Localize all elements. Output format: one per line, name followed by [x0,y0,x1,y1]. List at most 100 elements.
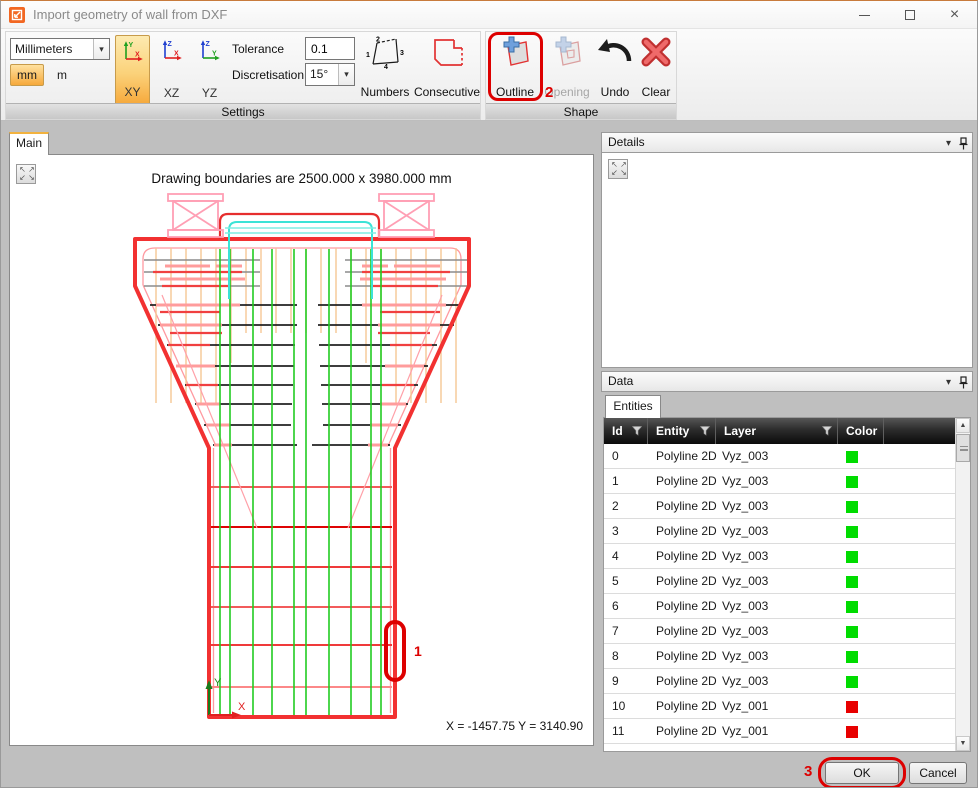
cell-entity: Polyline 2D [656,594,717,619]
clear-button[interactable]: Clear [636,35,676,99]
data-panel-header: Data ▾ [601,371,973,392]
entity-color-swatch [846,626,858,638]
cell-id: 8 [612,644,619,669]
table-row[interactable]: 1 Polyline 2D Vyz_003 [604,469,955,494]
app-icon [9,7,25,23]
filter-icon[interactable] [632,426,642,436]
scroll-up-icon[interactable]: ▲ [956,418,970,433]
undo-button[interactable]: Undo [594,35,636,99]
table-row[interactable]: 6 Polyline 2D Vyz_003 [604,594,955,619]
table-row[interactable]: 7 Polyline 2D Vyz_003 [604,619,955,644]
table-row[interactable]: 10 Polyline 2D Vyz_001 [604,694,955,719]
title-bar: Import geometry of wall from DXF × [1,1,977,29]
details-expand-button[interactable]: ↖↗↙↘ [608,159,628,179]
svg-text:Z: Z [167,41,172,48]
cell-id: 4 [612,544,619,569]
table-row[interactable]: 3 Polyline 2D Vyz_003 [604,519,955,544]
table-row[interactable]: 0 Polyline 2D Vyz_003 [604,444,955,469]
entities-table-header: Id Entity Layer Color [604,418,955,444]
outline-button[interactable]: Outline [492,35,538,99]
panel-menu-icon[interactable]: ▾ [946,373,951,392]
consecutive-label: Consecutive [412,85,482,99]
cell-id: 1 [612,469,619,494]
unit-m-button[interactable]: m [52,64,72,86]
entity-color-swatch [846,601,858,613]
table-row[interactable]: 2 Polyline 2D Vyz_003 [604,494,955,519]
consecutive-button[interactable]: Consecutive [412,35,482,99]
column-header-layer[interactable]: Layer [716,418,838,444]
entity-color-swatch [846,651,858,663]
column-header-color[interactable]: Color [838,418,884,444]
filter-icon[interactable] [822,426,832,436]
table-scrollbar[interactable]: ▲ ▼ [955,418,970,751]
pin-icon[interactable] [959,376,968,389]
units-value: Millimeters [11,39,93,59]
cell-layer: Vyz_003 [722,569,768,594]
axis-y-label: Y [214,677,222,689]
maximize-button[interactable] [887,1,932,29]
numbers-button[interactable]: 1 2 3 4 Numbers [358,35,412,99]
table-row[interactable]: 9 Polyline 2D Vyz_003 [604,669,955,694]
unit-mm-button[interactable]: mm [10,64,44,86]
close-icon: × [950,7,959,23]
units-dropdown[interactable]: Millimeters ▾ [10,38,110,60]
pin-icon[interactable] [959,137,968,150]
cell-layer: Vyz_003 [722,494,768,519]
clear-icon [639,35,673,69]
ok-button[interactable]: OK [825,762,899,784]
tab-main[interactable]: Main [9,132,49,155]
cell-entity: Polyline 2D [656,644,717,669]
settings-group: Millimeters ▾ mm m Y X XY [5,31,481,120]
cell-id: 5 [612,569,619,594]
plane-xz-button[interactable]: Z X XZ [154,35,189,105]
filter-icon[interactable] [700,426,710,436]
entity-color-swatch [846,476,858,488]
cell-id: 7 [612,619,619,644]
entities-rows: 0 Polyline 2D Vyz_003 1 Polyline 2D Vyz_… [604,444,955,751]
chevron-down-icon[interactable]: ▾ [93,39,109,59]
scroll-down-icon[interactable]: ▼ [956,736,970,751]
table-row[interactable]: 5 Polyline 2D Vyz_003 [604,569,955,594]
panel-menu-icon[interactable]: ▾ [946,134,951,153]
cell-entity: Polyline 2D [656,719,717,744]
cell-id: 3 [612,519,619,544]
tab-entities[interactable]: Entities [605,395,661,418]
cancel-button[interactable]: Cancel [909,762,967,784]
canvas-expand-button[interactable]: ↖↗↙↘ [16,164,36,184]
cell-id: 2 [612,494,619,519]
settings-caption: Settings [6,103,480,119]
table-row[interactable]: 11 Polyline 2D Vyz_001 [604,719,955,744]
plane-xy-label: XY [116,85,149,99]
close-button[interactable]: × [932,1,977,29]
discretisation-dropdown[interactable]: 15° ▾ [305,63,355,86]
minimize-button[interactable] [842,1,887,29]
annotation-number-2: 2 [545,84,553,101]
xy-axes-icon: Y X [121,39,145,63]
drawing-boundaries-text: Drawing boundaries are 2500.000 x 3980.0… [10,171,593,186]
plane-yz-button[interactable]: Z Y YZ [192,35,227,105]
table-row[interactable]: 8 Polyline 2D Vyz_003 [604,644,955,669]
plane-xy-button[interactable]: Y X XY [115,35,150,105]
undo-label: Undo [594,85,636,99]
plane-xz-label: XZ [154,86,189,100]
column-header-entity[interactable]: Entity [648,418,716,444]
shape-group: Outline Opening Undo [485,31,677,120]
scrollbar-thumb[interactable] [956,434,970,462]
data-panel-title: Data [608,374,633,388]
tolerance-input[interactable] [305,37,355,60]
cursor-coordinates: X = -1457.75 Y = 3140.90 [446,719,583,733]
svg-text:3: 3 [400,50,404,57]
details-panel-body[interactable]: ↖↗↙↘ [601,153,973,368]
drawing-canvas[interactable]: Y X 1 Drawing boundaries are 2500.000 x … [9,154,594,746]
numbers-icon: 1 2 3 4 [364,35,406,71]
column-header-id[interactable]: Id [604,418,648,444]
table-row[interactable]: 4 Polyline 2D Vyz_003 [604,544,955,569]
details-panel-header: Details ▾ [601,132,973,153]
shape-caption: Shape [486,103,676,119]
discretisation-value: 15° [306,64,338,85]
axis-x-label: X [238,701,246,713]
chevron-down-icon[interactable]: ▾ [338,64,354,85]
entities-table: Id Entity Layer Color 0 Polyline 2D Vyz_ [603,417,971,752]
cell-entity: Polyline 2D [656,444,717,469]
cell-layer: Vyz_003 [722,619,768,644]
